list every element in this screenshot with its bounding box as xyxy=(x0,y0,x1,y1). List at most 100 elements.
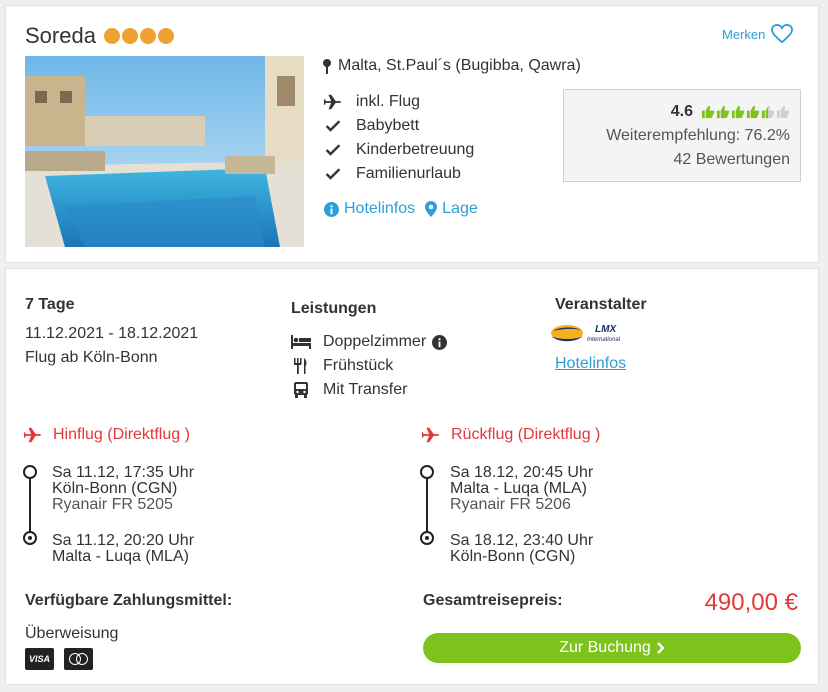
outbound-timeline xyxy=(23,465,37,545)
feature-item: inkl. Flug xyxy=(324,90,474,114)
duration: 7 Tage xyxy=(25,296,75,313)
merken-button[interactable]: Merken xyxy=(722,24,794,44)
rating-box[interactable]: 4.6 Weiterempfehlung: 76.2% 42 Bewertung… xyxy=(563,89,801,182)
return-header: Rückflug (Direktflug ) xyxy=(421,426,600,444)
mastercard-icon xyxy=(64,648,93,670)
outbound-arr-airport: Malta - Luqa (MLA) xyxy=(52,548,189,565)
feature-item: Babybett xyxy=(324,114,474,138)
service-label: Doppelzimmer xyxy=(323,333,427,350)
return-arr-time: Sa 18.12, 23:40 Uhr xyxy=(450,532,594,549)
outbound-dep-time: Sa 11.12, 17:35 Uhr xyxy=(52,464,195,481)
heart-icon xyxy=(771,24,794,44)
service-item: Doppelzimmer xyxy=(291,330,448,354)
feature-label: Babybett xyxy=(356,117,420,134)
map-pin-icon xyxy=(323,59,331,74)
operator-logo: LMX International xyxy=(549,321,629,345)
rating-score-row: 4.6 xyxy=(564,100,790,124)
thumb-up-icon xyxy=(701,105,715,119)
outbound-title: Hinflug (Direktflug ) xyxy=(53,426,190,443)
info-icon xyxy=(324,201,339,217)
timeline-start-dot xyxy=(420,465,434,479)
info-icon[interactable] xyxy=(432,334,448,350)
hotel-features: inkl. Flug Babybett Kinderbetreuung Fami… xyxy=(324,90,474,186)
payment-cards: VISA xyxy=(25,648,93,670)
service-label: Mit Transfer xyxy=(323,381,408,398)
hotel-card: Soreda Merken Malta, St.Paul´s (Bugibba,… xyxy=(5,5,819,263)
outbound-flight-number: Ryanair FR 5205 xyxy=(52,496,173,513)
service-item: Frühstück xyxy=(291,354,447,378)
return-title: Rückflug (Direktflug ) xyxy=(451,426,601,443)
thumb-up-icon xyxy=(746,105,760,119)
bus-icon xyxy=(294,382,308,398)
recommendation-text: Weiterempfehlung: 76.2% xyxy=(606,127,790,144)
return-departure: Sa 18.12, 20:45 Uhr Malta - Luqa (MLA) R… xyxy=(450,465,593,513)
check-icon xyxy=(325,120,341,132)
star-icon xyxy=(121,28,138,44)
timeline-end-dot xyxy=(420,531,434,545)
lage-link-label: Lage xyxy=(442,200,478,217)
operator-title: Veranstalter xyxy=(555,296,647,313)
departure-airport: Flug ab Köln-Bonn xyxy=(25,349,158,366)
return-flight-number: Ryanair FR 5206 xyxy=(450,496,571,513)
thumb-up-icon xyxy=(716,105,730,119)
operator-logo-subtext: International xyxy=(587,337,621,343)
hotel-title: Soreda xyxy=(25,23,174,49)
outbound-arr-time: Sa 11.12, 20:20 Uhr xyxy=(52,532,195,549)
return-timeline xyxy=(420,465,434,545)
hotel-stars xyxy=(103,28,174,44)
bed-icon xyxy=(291,335,311,349)
hotelinfos-link[interactable]: Hotelinfos xyxy=(324,200,415,218)
service-label: Frühstück xyxy=(323,357,394,374)
operator-logo-text: LMX xyxy=(595,324,617,335)
payment-method: Überweisung xyxy=(25,625,119,642)
offer-card: 7 Tage 11.12.2021 - 18.12.2021 Flug ab K… xyxy=(5,268,819,685)
outbound-header: Hinflug (Direktflug ) xyxy=(23,426,190,444)
hotel-name[interactable]: Soreda xyxy=(25,23,96,49)
outbound-departure: Sa 11.12, 17:35 Uhr Köln-Bonn (CGN) Ryan… xyxy=(52,465,194,513)
feature-item: Kinderbetreuung xyxy=(324,138,474,162)
star-icon xyxy=(139,28,156,44)
thumb-up-icon xyxy=(776,105,790,119)
return-dep-airport: Malta - Luqa (MLA) xyxy=(450,480,587,497)
return-dep-time: Sa 18.12, 20:45 Uhr xyxy=(450,464,594,481)
feature-item: Familienurlaub xyxy=(324,162,474,186)
travel-dates: 11.12.2021 - 18.12.2021 xyxy=(25,325,199,342)
thumb-up-icon xyxy=(761,105,775,119)
hotel-location: Malta, St.Paul´s (Bugibba, Qawra) xyxy=(322,57,581,75)
reviews-count: 42 Bewertungen xyxy=(673,151,790,168)
service-item: Mit Transfer xyxy=(291,378,447,402)
lage-link[interactable]: Lage xyxy=(425,200,478,218)
check-icon xyxy=(325,168,341,180)
timeline-start-dot xyxy=(23,465,37,479)
services-list: Doppelzimmer Frühstück Mit Transfer xyxy=(291,330,448,402)
operator-link-label[interactable]: Hotelinfos xyxy=(555,355,626,372)
booking-button-label: Zur Buchung xyxy=(559,639,651,656)
feature-label: inkl. Flug xyxy=(356,93,421,110)
hotelinfos-link-label: Hotelinfos xyxy=(344,200,416,217)
visa-card-icon: VISA xyxy=(25,648,54,670)
plane-icon xyxy=(324,94,341,110)
outbound-dep-airport: Köln-Bonn (CGN) xyxy=(52,480,178,497)
operator-hotelinfos-link[interactable]: Hotelinfos xyxy=(555,355,626,373)
location-text: Malta, St.Paul´s (Bugibba, Qawra) xyxy=(338,57,581,74)
payment-title: Verfügbare Zahlungsmittel: xyxy=(25,592,233,609)
chevron-right-icon xyxy=(656,642,665,654)
return-arrival: Sa 18.12, 23:40 Uhr Köln-Bonn (CGN) xyxy=(450,533,593,565)
total-price: 490,00 € xyxy=(704,589,798,616)
feature-label: Familienurlaub xyxy=(356,165,461,182)
return-arr-airport: Köln-Bonn (CGN) xyxy=(450,548,576,565)
cutlery-icon xyxy=(294,358,307,374)
plane-icon xyxy=(24,427,41,443)
feature-label: Kinderbetreuung xyxy=(356,141,475,158)
rating-score: 4.6 xyxy=(670,103,693,120)
hotel-photo[interactable] xyxy=(25,56,304,247)
outbound-arrival: Sa 11.12, 20:20 Uhr Malta - Luqa (MLA) xyxy=(52,533,194,565)
star-icon xyxy=(157,28,174,44)
booking-button[interactable]: Zur Buchung xyxy=(423,633,801,663)
hotel-links: Hotelinfos Lage xyxy=(324,200,478,218)
timeline-end-dot xyxy=(23,531,37,545)
merken-label: Merken xyxy=(722,26,766,42)
thumb-up-icon xyxy=(731,105,745,119)
plane-icon xyxy=(422,427,439,443)
check-icon xyxy=(325,144,341,156)
